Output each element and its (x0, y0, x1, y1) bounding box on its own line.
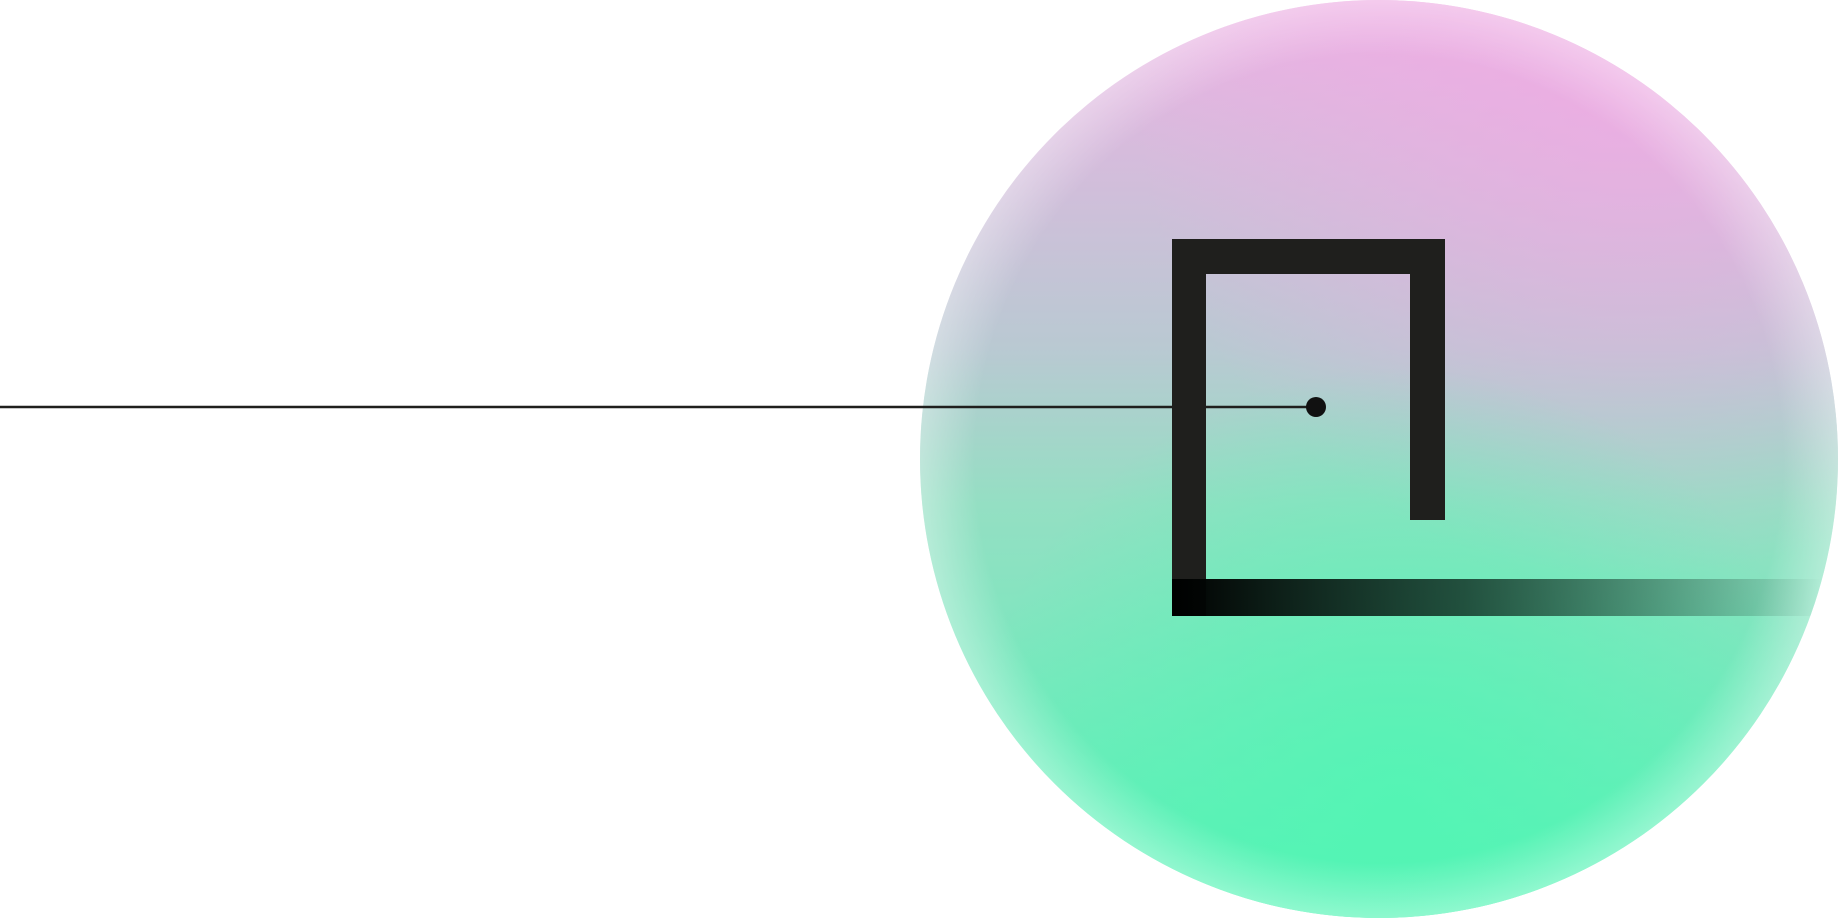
gradient-circle (920, 0, 1838, 918)
hero-graphic (0, 0, 1839, 918)
gradient-underline (1172, 579, 1822, 616)
hero-svg (0, 0, 1838, 918)
line-end-dot (1306, 397, 1326, 417)
